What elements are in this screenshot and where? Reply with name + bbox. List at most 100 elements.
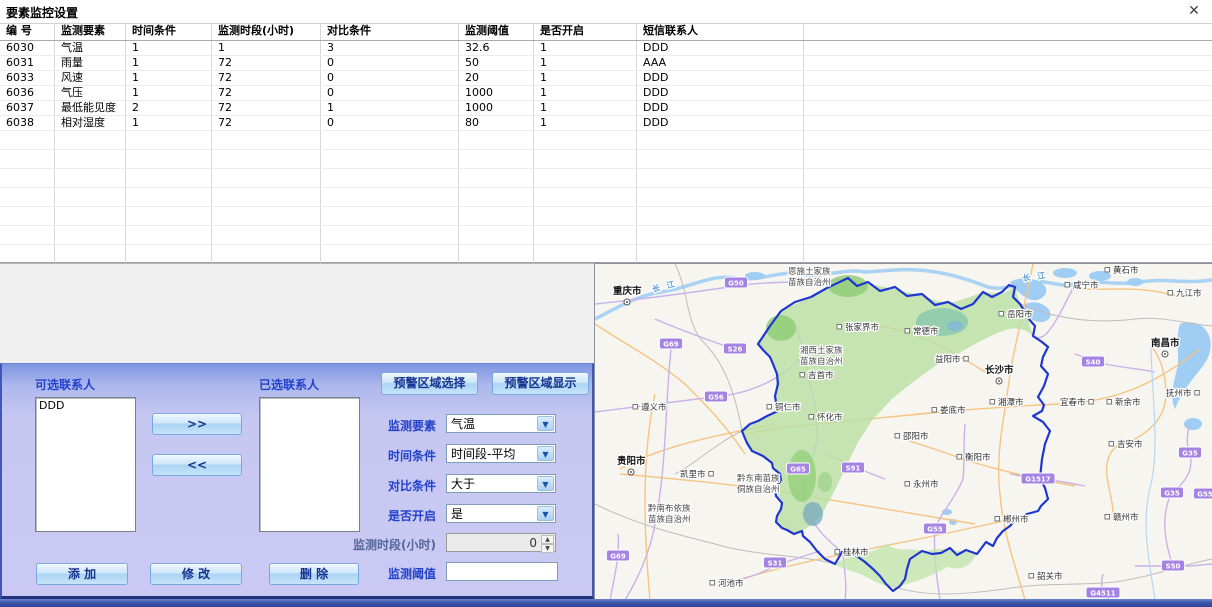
table-cell: 0 <box>321 86 459 100</box>
spinner-down-icon[interactable]: ▼ <box>541 544 554 553</box>
city-label: 凯里市 <box>680 469 706 480</box>
table-cell: AAA <box>637 56 804 70</box>
capital-marker-dot <box>630 471 632 473</box>
table-cell: 气温 <box>55 41 126 55</box>
warning-area-select-button[interactable]: 预警区域选择 <box>381 372 478 395</box>
map-panel[interactable]: 长 江长 江恩施土家族苗族自治州湘西土家族苗族自治州黔东南苗族侗族自治州黔南布依… <box>594 263 1212 599</box>
table-cell <box>637 150 804 168</box>
table-cell: 对比条件 <box>321 24 459 40</box>
map[interactable]: 长 江长 江恩施土家族苗族自治州湘西土家族苗族自治州黔东南苗族侗族自治州黔南布依… <box>595 264 1212 599</box>
warning-area-display-button[interactable]: 预警区域显示 <box>492 372 589 395</box>
table-row[interactable]: 6030气温11332.61DDD <box>0 41 1212 56</box>
monitor-element-select[interactable]: 气温 ▼ <box>446 414 556 433</box>
time-condition-select[interactable]: 时间段-平均 ▼ <box>446 444 556 463</box>
table-cell: 相对湿度 <box>55 116 126 130</box>
threshold-input[interactable] <box>446 562 558 581</box>
move-left-button[interactable]: << <box>152 454 242 476</box>
table-cell <box>321 169 459 187</box>
city-label: 常德市 <box>913 326 939 337</box>
table-cell: 6036 <box>0 86 55 100</box>
city-label: 铜仁市 <box>775 402 801 413</box>
table-cell: 50 <box>459 56 534 70</box>
list-item[interactable]: DDD <box>39 399 132 412</box>
table-cell <box>126 226 212 244</box>
table-cell: 6033 <box>0 71 55 85</box>
monitoring-table[interactable]: 编 号监测要素时间条件监测时段(小时)对比条件监测阈值是否开启短信联系人6030… <box>0 23 1212 263</box>
table-row[interactable]: 6036气压172010001DDD <box>0 86 1212 101</box>
city-marker-icon <box>905 329 910 334</box>
table-cell <box>321 131 459 149</box>
table-cell: DDD <box>637 41 804 55</box>
city-marker-icon <box>1089 400 1094 405</box>
table-cell <box>55 169 126 187</box>
road-badge-label: G69 <box>610 553 626 561</box>
table-cell <box>804 41 1212 55</box>
table-cell: 6037 <box>0 101 55 115</box>
compare-condition-label: 对比条件 <box>342 477 436 494</box>
compare-condition-select[interactable]: 大于 ▼ <box>446 474 556 493</box>
table-cell <box>212 131 321 149</box>
table-row[interactable]: 6037最低能见度272110001DDD <box>0 101 1212 116</box>
city-marker-icon <box>835 550 840 555</box>
enabled-value: 是 <box>451 507 463 521</box>
add-button[interactable]: 添 加 <box>36 563 128 585</box>
table-cell <box>55 131 126 149</box>
table-cell <box>126 188 212 206</box>
table-cell <box>637 169 804 187</box>
table-cell <box>212 207 321 225</box>
table-cell: 编 号 <box>0 24 55 40</box>
city-marker-icon <box>1109 442 1114 447</box>
time-condition-label: 时间条件 <box>342 447 436 464</box>
enabled-select[interactable]: 是 ▼ <box>446 504 556 523</box>
table-cell <box>459 150 534 168</box>
monitor-period-value: 0 <box>529 536 537 550</box>
available-contacts-list[interactable]: DDD <box>35 397 136 532</box>
road-badge-label: G4511 <box>1090 590 1115 598</box>
delete-button[interactable]: 删 除 <box>269 563 359 585</box>
table-cell: 72 <box>212 71 321 85</box>
table-cell: 风速 <box>55 71 126 85</box>
chevron-down-icon[interactable]: ▼ <box>537 506 554 521</box>
chevron-down-icon[interactable]: ▼ <box>537 416 554 431</box>
table-cell <box>126 169 212 187</box>
monitor-period-label: 监测时段(小时) <box>332 536 436 553</box>
modify-button[interactable]: 修 改 <box>150 563 242 585</box>
table-cell <box>459 169 534 187</box>
table-cell <box>459 226 534 244</box>
city-marker-icon <box>932 408 937 413</box>
monitor-period-spinner[interactable]: 0 ▲▼ <box>446 533 556 552</box>
table-cell <box>804 86 1212 100</box>
table-cell <box>126 150 212 168</box>
table-cell <box>804 56 1212 70</box>
table-cell <box>212 169 321 187</box>
table-cell <box>637 207 804 225</box>
move-right-button[interactable]: >> <box>152 413 242 435</box>
table-cell <box>804 131 1212 149</box>
city-marker-icon <box>1107 400 1112 405</box>
table-empty-row <box>0 169 1212 188</box>
road-badge-label: G50 <box>728 280 744 288</box>
road-badge-label: S31 <box>768 560 783 568</box>
spinner-up-icon[interactable]: ▲ <box>541 535 554 544</box>
table-cell: 1000 <box>459 86 534 100</box>
table-cell: 1 <box>212 41 321 55</box>
table-empty-row <box>0 150 1212 169</box>
table-cell: DDD <box>637 101 804 115</box>
table-cell: 1000 <box>459 101 534 115</box>
city-marker-icon <box>895 434 900 439</box>
chevron-down-icon[interactable]: ▼ <box>537 446 554 461</box>
table-cell <box>212 188 321 206</box>
city-label: 赣州市 <box>1113 512 1139 523</box>
table-row[interactable]: 6031雨量1720501AAA <box>0 56 1212 71</box>
chevron-down-icon[interactable]: ▼ <box>537 476 554 491</box>
table-cell: 0 <box>321 71 459 85</box>
time-condition-value: 时间段-平均 <box>451 447 515 461</box>
table-row[interactable]: 6033风速1720201DDD <box>0 71 1212 86</box>
table-cell: 2 <box>126 101 212 115</box>
close-button[interactable]: ✕ <box>1184 2 1204 20</box>
table-cell <box>534 207 637 225</box>
city-marker-icon <box>809 415 814 420</box>
table-cell: 1 <box>534 56 637 70</box>
city-label: 九江市 <box>1176 288 1202 299</box>
table-row[interactable]: 6038相对湿度1720801DDD <box>0 116 1212 131</box>
